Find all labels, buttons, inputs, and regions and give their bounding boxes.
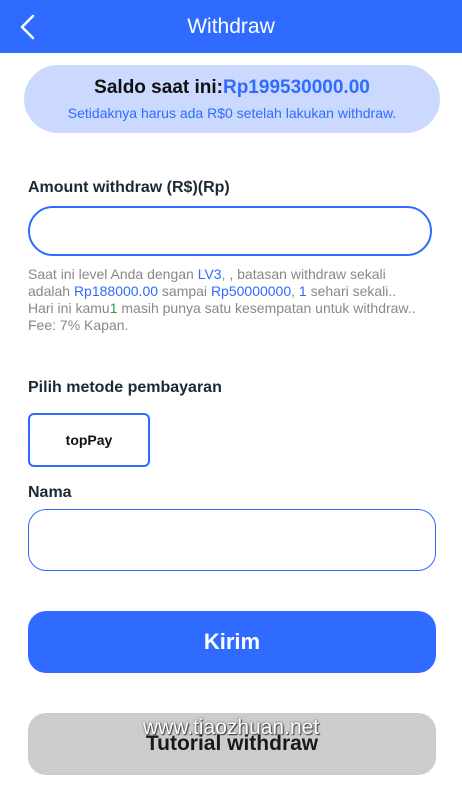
info-remaining: 1 [109,300,118,316]
balance-note: Setidaknya harus ada R$0 setelah lakukan… [67,105,397,121]
tutorial-withdraw-button[interactable]: Tutorial withdraw [28,713,436,775]
info-text: sampai [158,283,211,299]
submit-button[interactable]: Kirim [28,611,436,673]
info-text: Saat ini level Anda dengan [28,266,198,282]
amount-input[interactable] [28,206,432,256]
payment-method-toppay[interactable]: topPay [28,413,150,467]
info-text: Hari ini kamu [28,300,110,316]
info-fee: Fee: 7% Kapan. [28,317,129,333]
info-text: masih punya satu kesempatan untuk withdr… [117,300,416,316]
balance-label: Saldo saat ini: [94,77,223,98]
info-text: sehari sekali.. [306,283,397,299]
balance-card: Saldo saat ini:Rp199530000.00 Setidaknya… [24,65,440,133]
amount-label: Amount withdraw (R$)(Rp) [28,179,230,196]
info-max: Rp50000000 [210,283,292,299]
info-daily: 1 [298,283,307,299]
balance-value: Rp199530000.00 [222,77,370,98]
nama-input[interactable] [28,509,436,571]
payment-method-label: Pilih metode pembayaran [28,379,222,396]
nama-label: Nama [28,484,72,501]
app-header: Withdraw [0,0,462,53]
withdraw-info: Saat ini level Anda dengan LV3, , batasa… [28,266,428,334]
info-level: LV3 [197,266,222,282]
info-text: , [291,283,299,299]
page-title: Withdraw [187,15,275,38]
balance-line: Saldo saat ini:Rp199530000.00 [24,77,440,99]
info-min: Rp188000.00 [73,283,159,299]
